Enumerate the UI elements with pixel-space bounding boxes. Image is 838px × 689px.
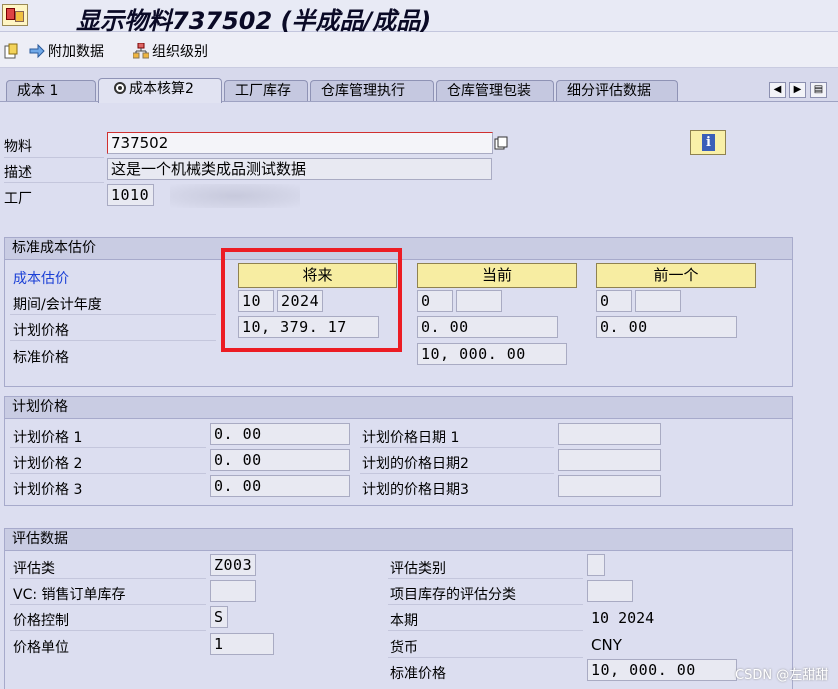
sap-app-icon[interactable] xyxy=(2,4,28,26)
previous-planned-price-field[interactable]: 0. 00 xyxy=(596,316,737,338)
planned-price-label: 计划价格 xyxy=(13,323,69,339)
valuation-group-title: 评估数据 xyxy=(5,529,792,551)
valuation-category-label: 评估类别 xyxy=(390,561,446,577)
current-period-value: 10 2024 xyxy=(591,609,655,627)
current-button[interactable]: 当前 xyxy=(417,263,577,288)
window-title: 显示物料737502 (半成品/成品) xyxy=(76,7,432,35)
valuation-class-field[interactable]: Z003 xyxy=(210,554,256,576)
project-stock-valuation-label: 项目库存的评估分类 xyxy=(390,587,516,603)
price-control-field[interactable]: S xyxy=(210,606,228,628)
current-planned-price-field[interactable]: 0. 00 xyxy=(417,316,558,338)
current-standard-price-field[interactable]: 10, 000. 00 xyxy=(417,343,567,365)
tab-list-button[interactable]: ▤ xyxy=(810,82,827,98)
tab-split-valuation[interactable]: 细分评估数据 xyxy=(556,80,678,102)
copy-icon[interactable] xyxy=(494,136,508,150)
info-icon: i xyxy=(702,134,715,151)
info-button[interactable]: i xyxy=(690,130,726,155)
vc-sales-order-stock-label: VC: 销售订单库存 xyxy=(13,587,126,603)
tab-scroll-right-button[interactable]: ▶ xyxy=(789,82,806,98)
period-year-label: 期间/会计年度 xyxy=(13,297,102,313)
plant-field[interactable]: 1010 xyxy=(107,184,154,206)
planned-price-2-label: 计划价格 2 xyxy=(13,456,83,472)
tab-cost-1[interactable]: 成本 1 xyxy=(6,80,96,102)
tab-wm-execution[interactable]: 仓库管理执行 xyxy=(310,80,434,102)
planned-price-3-field[interactable]: 0. 00 xyxy=(210,475,350,497)
current-period-label: 本期 xyxy=(390,613,418,629)
valuation-category-field[interactable] xyxy=(587,554,605,576)
description-field[interactable]: 这是一个机械类成品测试数据 xyxy=(107,158,492,180)
vc-sales-order-stock-field[interactable] xyxy=(210,580,256,602)
previous-year-field[interactable] xyxy=(635,290,681,312)
tab-cost-2[interactable]: 成本核算2 xyxy=(98,78,222,103)
material-label: 物料 xyxy=(4,139,32,155)
valuation-class-label: 评估类 xyxy=(13,561,55,577)
planned-price-date-2-label: 计划的价格日期2 xyxy=(362,456,469,472)
org-levels-label: 组织级别 xyxy=(152,44,208,60)
currency-value: CNY xyxy=(591,636,622,654)
material-field[interactable]: 737502 xyxy=(107,132,493,154)
additional-data-label: 附加数据 xyxy=(48,44,104,60)
price-unit-label: 价格单位 xyxy=(13,640,69,656)
planned-price-date-3-label: 计划的价格日期3 xyxy=(362,482,469,498)
standard-price-label: 标准价格 xyxy=(13,350,69,366)
planned-price-date-3-field[interactable] xyxy=(558,475,661,497)
planned-price-date-1-label: 计划价格日期 1 xyxy=(362,430,460,446)
new-doc-icon xyxy=(3,43,19,59)
previous-period-field[interactable]: 0 xyxy=(596,290,632,312)
highlight-box xyxy=(221,248,402,352)
description-label: 描述 xyxy=(4,165,32,181)
cost-estimate-label[interactable]: 成本估价 xyxy=(13,268,69,288)
tab-strip: 成本 1 成本核算2 工厂库存 仓库管理执行 仓库管理包装 细分评估数据 ◀ ▶… xyxy=(0,76,838,103)
cost-icon xyxy=(113,81,127,95)
arrow-right-icon xyxy=(29,43,45,59)
planned-price-1-label: 计划价格 1 xyxy=(13,430,83,446)
tab-wm-packaging[interactable]: 仓库管理包装 xyxy=(436,80,554,102)
tab-scroll-left-button[interactable]: ◀ xyxy=(769,82,786,98)
planned-price-2-field[interactable]: 0. 00 xyxy=(210,449,350,471)
watermark: CSDN @左甜甜 xyxy=(735,668,829,683)
planned-price-date-2-field[interactable] xyxy=(558,449,661,471)
planned-price-date-1-field[interactable] xyxy=(558,423,661,445)
current-period-field[interactable]: 0 xyxy=(417,290,453,312)
redacted-plant-name xyxy=(170,184,300,208)
planned-prices-group-title: 计划价格 xyxy=(5,397,792,419)
planned-price-1-field[interactable]: 0. 00 xyxy=(210,423,350,445)
currency-label: 货币 xyxy=(390,640,418,656)
tab-plant-stock[interactable]: 工厂库存 xyxy=(224,80,308,102)
org-tree-icon xyxy=(132,42,150,59)
current-year-field[interactable] xyxy=(456,290,502,312)
plant-label: 工厂 xyxy=(4,191,32,207)
previous-button[interactable]: 前一个 xyxy=(596,263,756,288)
valuation-standard-price-field[interactable]: 10, 000. 00 xyxy=(587,659,737,681)
new-doc-button[interactable] xyxy=(3,41,22,61)
price-control-label: 价格控制 xyxy=(13,613,69,629)
title-bar: 显示物料737502 (半成品/成品) xyxy=(0,0,838,35)
application-toolbar: 附加数据 组织级别 xyxy=(0,32,838,68)
org-levels-button[interactable]: 组织级别 xyxy=(132,41,208,61)
valuation-standard-price-label: 标准价格 xyxy=(390,666,446,682)
price-unit-field[interactable]: 1 xyxy=(210,633,274,655)
additional-data-button[interactable]: 附加数据 xyxy=(29,41,104,61)
project-stock-valuation-field[interactable] xyxy=(587,580,633,602)
planned-price-3-label: 计划价格 3 xyxy=(13,482,83,498)
